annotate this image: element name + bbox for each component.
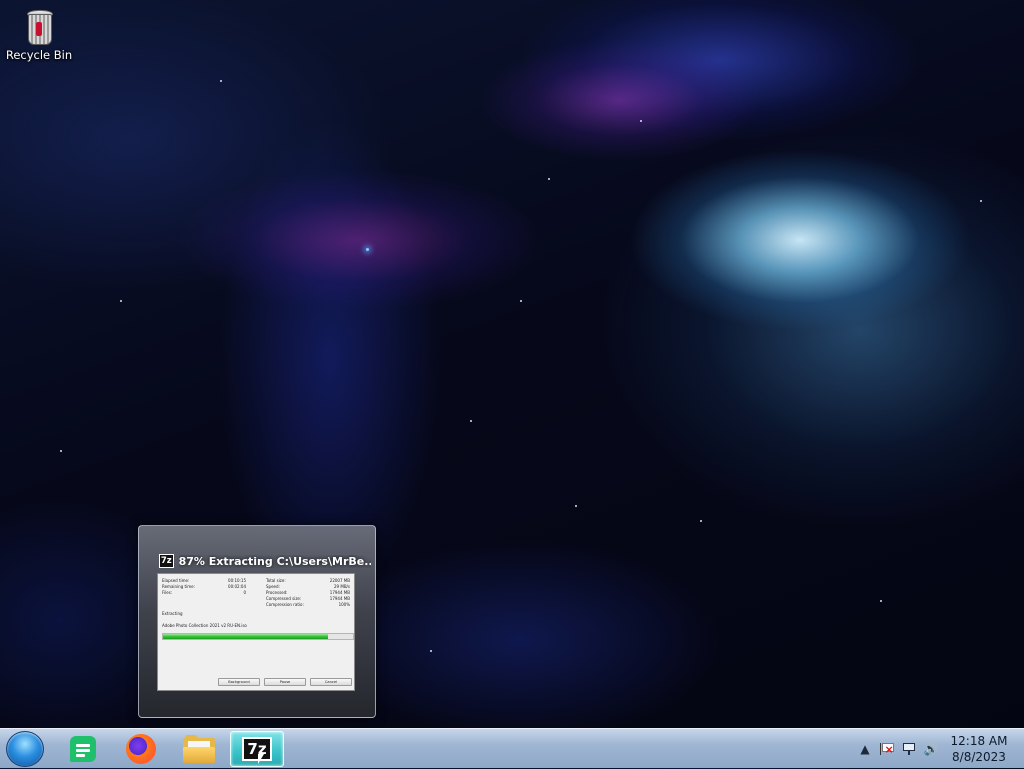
clock-date: 8/8/2023 [952, 750, 1006, 764]
sevenzip-icon: 7z [159, 554, 174, 568]
mouse-cursor [258, 754, 264, 764]
status-text: Extracting [162, 611, 183, 616]
star [980, 200, 982, 202]
extraction-progress-fill [163, 634, 329, 639]
preview-title-bar: 7z 87% Extracting C:\Users\MrBe... [159, 553, 371, 569]
star [548, 178, 550, 180]
firefox-icon [126, 734, 156, 764]
sheets-icon [70, 736, 96, 762]
cancel-button: Cancel [310, 678, 352, 686]
desktop-icon-label: Recycle Bin [5, 48, 73, 62]
taskbar-app-firefox[interactable] [114, 731, 168, 767]
pause-button: Pause [264, 678, 306, 686]
start-button[interactable] [6, 731, 44, 767]
volume-icon[interactable]: 🔊 [920, 739, 942, 759]
taskbar-clock[interactable]: 12:18 AM 8/8/2023 [942, 733, 1016, 765]
system-tray: ▲ 🔊 12:18 AM 8/8/2023 [854, 729, 1024, 769]
taskbar-app-file-explorer[interactable] [172, 731, 226, 767]
star [220, 80, 222, 82]
extraction-progress-bar [162, 633, 354, 640]
background-button: Background [218, 678, 260, 686]
left-stat-values: 00:10:15 00:02:04 0 [228, 578, 246, 595]
taskbar-app-7zip[interactable]: 7z [230, 731, 284, 767]
star [880, 600, 882, 602]
clock-time: 12:18 AM [950, 734, 1008, 748]
star [470, 420, 472, 422]
network-icon[interactable] [898, 739, 920, 759]
chevron-up-icon[interactable]: ▲ [854, 739, 876, 759]
preview-title: 87% Extracting C:\Users\MrBe... [178, 554, 371, 568]
right-stat-labels: Total size: Speed: Processed: Compressed… [266, 578, 304, 607]
action-center-flag-icon[interactable] [876, 739, 898, 759]
star [366, 248, 369, 251]
taskbar: 7z ▲ 🔊 12:18 AM 8/8/2023 [0, 728, 1024, 768]
sevenzip-icon: 7z [242, 737, 272, 761]
star [60, 450, 62, 452]
recycle-bin-icon [25, 8, 53, 45]
star [700, 520, 702, 522]
desktop-icon-recycle-bin[interactable]: Recycle Bin [6, 8, 72, 76]
star [575, 505, 577, 507]
star [640, 120, 642, 122]
right-stat-values: 22007 MB 29 MB/s 17944 MB 17944 MB 100% [329, 578, 350, 607]
star [520, 300, 522, 302]
star [120, 300, 122, 302]
extraction-dialog-thumbnail: Elapsed time: Remaining time: Files: 00:… [157, 573, 355, 691]
folder-icon [183, 735, 215, 763]
taskbar-app-sheets[interactable] [56, 731, 110, 767]
taskbar-thumbnail-preview[interactable]: 7z 87% Extracting C:\Users\MrBe... Elaps… [138, 525, 376, 718]
current-file-text: Adobe Photo Collection 2021 v2 RU-EN.iso [162, 623, 247, 628]
star [430, 650, 432, 652]
left-stat-labels: Elapsed time: Remaining time: Files: [162, 578, 195, 595]
